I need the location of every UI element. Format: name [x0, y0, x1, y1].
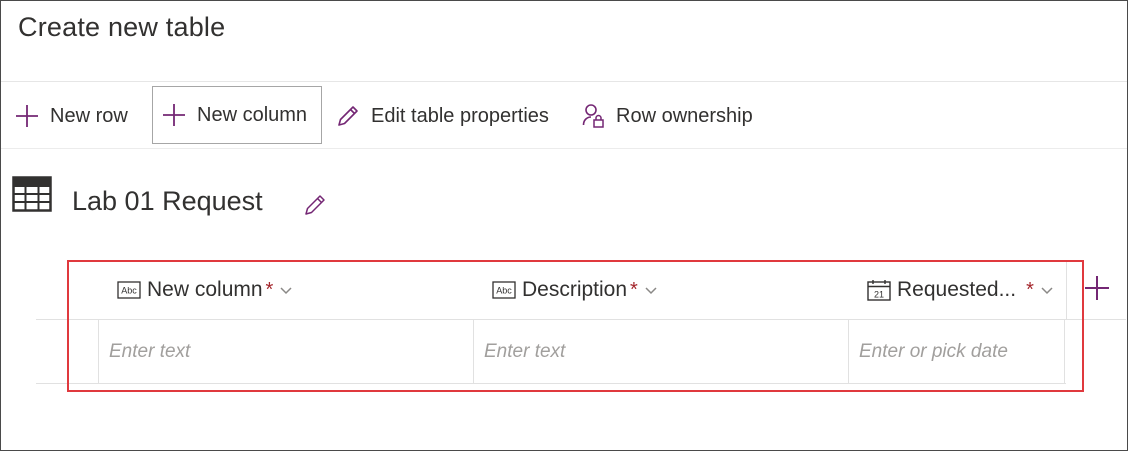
- edit-table-properties-label: Edit table properties: [371, 104, 549, 127]
- row-ownership-label: Row ownership: [616, 104, 753, 127]
- highlight-box: [67, 260, 1084, 392]
- page-title: Create new table: [18, 12, 226, 42]
- divider: [1, 81, 1127, 82]
- new-column-button[interactable]: New column: [152, 86, 322, 144]
- table-icon: [12, 176, 52, 217]
- new-column-label: New column: [197, 103, 308, 126]
- pencil-icon: [335, 103, 361, 129]
- edit-table-properties-button[interactable]: Edit table properties: [335, 88, 549, 144]
- divider: [1, 148, 1127, 149]
- plus-icon: [14, 103, 40, 129]
- new-row-label: New row: [50, 104, 128, 127]
- edit-name-icon[interactable]: [302, 190, 328, 223]
- row-ownership-button[interactable]: Row ownership: [582, 88, 753, 144]
- plus-icon: [1083, 274, 1111, 307]
- plus-icon: [161, 102, 187, 128]
- new-row-button[interactable]: New row: [14, 88, 128, 144]
- person-lock-icon: [582, 103, 606, 129]
- table-name: Lab 01 Request: [72, 186, 263, 216]
